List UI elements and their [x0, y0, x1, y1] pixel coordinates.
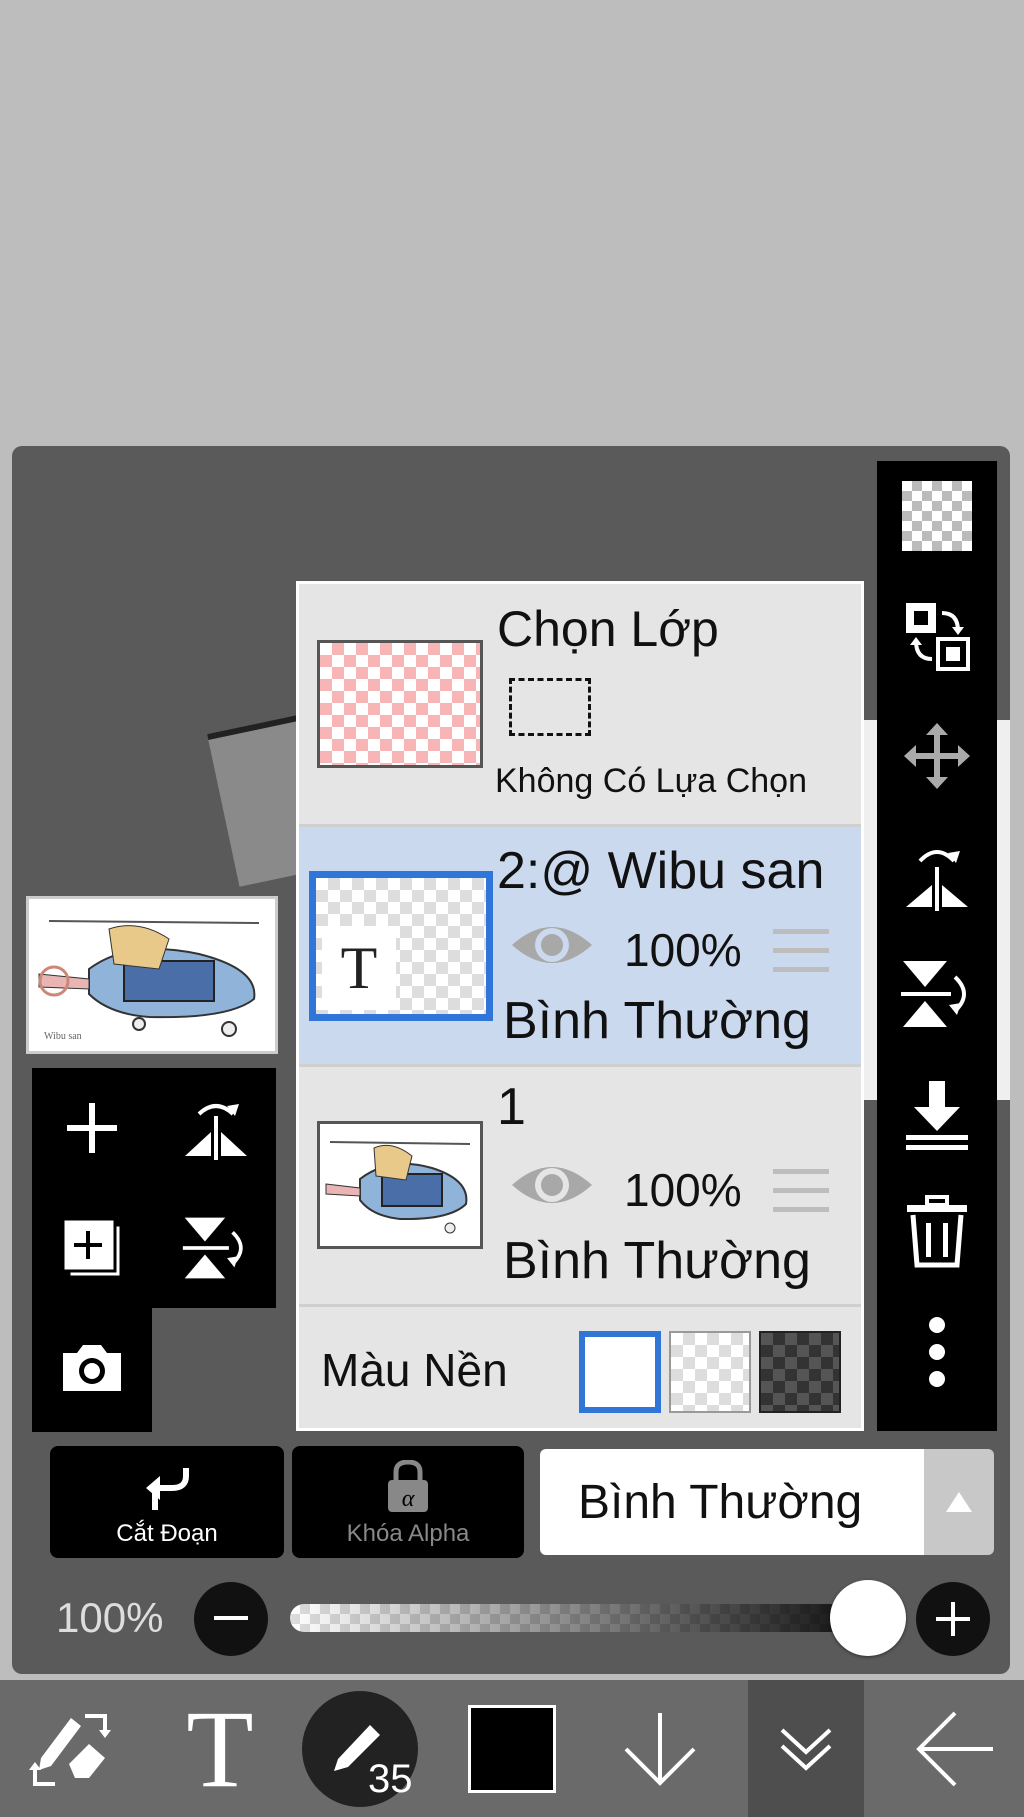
- layer-row-2[interactable]: T 2:@ Wibu san 100% Bình Thường: [299, 827, 861, 1067]
- clipping-label: Cắt Đoạn: [116, 1520, 218, 1547]
- checker-icon: [902, 481, 972, 551]
- layer-tools-right: [877, 461, 997, 1431]
- selection-status: Không Có Lựa Chọn: [495, 762, 807, 800]
- triangle-up-icon: [946, 1492, 972, 1512]
- double-chevron-down-icon: [780, 1728, 832, 1771]
- layers-panel-toggle[interactable]: [748, 1680, 864, 1817]
- blend-mode-dropdown-button[interactable]: [924, 1449, 994, 1555]
- back-button[interactable]: [894, 1680, 1014, 1817]
- layer-thumbnail: T: [309, 871, 493, 1021]
- flip-vertical-button[interactable]: [877, 939, 997, 1049]
- clipping-arrow-icon: [146, 1468, 189, 1510]
- duplicate-layer-button[interactable]: [32, 1188, 152, 1308]
- text-layer-icon: T: [322, 926, 396, 1010]
- opacity-slider[interactable]: [290, 1604, 904, 1632]
- visibility-eye-icon[interactable]: [509, 1157, 595, 1213]
- camera-import-button[interactable]: [32, 1308, 152, 1428]
- add-layer-button[interactable]: [32, 1068, 152, 1188]
- layer-blend-mode: Bình Thường: [503, 1232, 811, 1290]
- selection-title: Chọn Lớp: [497, 601, 719, 657]
- background-color-row: Màu Nền: [299, 1307, 861, 1428]
- brush-size-value: 35: [368, 1756, 413, 1801]
- swap-icon: [906, 603, 970, 671]
- flip-layer-horizontal-button[interactable]: [156, 1068, 276, 1188]
- layer-row-1[interactable]: 1 100% Bình Thường: [299, 1067, 861, 1307]
- flip-vertical-icon: [182, 1217, 243, 1279]
- selection-marquee-icon: [509, 678, 591, 736]
- layer-thumbnail: [317, 1121, 483, 1249]
- transparent-fill-button[interactable]: [877, 461, 997, 571]
- layer-name: 2:@ Wibu san: [497, 842, 825, 900]
- selection-thumbnail: [317, 640, 483, 768]
- move-arrows-icon: [904, 723, 970, 789]
- text-tool-icon: T: [186, 1687, 254, 1810]
- brush-size-button[interactable]: 35: [300, 1680, 420, 1817]
- layer-blend-mode: Bình Thường: [503, 992, 811, 1050]
- svg-text:α: α: [402, 1486, 415, 1512]
- helicopter-image: Wibu san: [38, 920, 260, 1042]
- more-options-button[interactable]: [877, 1297, 997, 1407]
- layer-tools-left: [32, 1068, 276, 1308]
- background-color-label: Màu Nền: [321, 1344, 508, 1396]
- merge-down-icon: [906, 1081, 968, 1150]
- layer-name: 1: [497, 1078, 526, 1136]
- layer-opacity: 100%: [624, 1164, 742, 1216]
- duplicate-icon: [61, 1217, 123, 1279]
- selection-layer-row[interactable]: Chọn Lớp Không Có Lựa Chọn: [299, 584, 861, 827]
- flip-vertical-icon: [901, 961, 966, 1027]
- drag-handle-icon[interactable]: [769, 925, 833, 977]
- layer-list: Chọn Lớp Không Có Lựa Chọn T 2:@ Wibu sa…: [296, 581, 864, 1431]
- visibility-eye-icon[interactable]: [509, 917, 595, 973]
- svg-text:Wibu san: Wibu san: [44, 1031, 82, 1042]
- alpha-lock-button[interactable]: α Khóa Alpha: [292, 1446, 524, 1558]
- move-button[interactable]: [877, 701, 997, 811]
- plus-icon: [67, 1103, 117, 1153]
- drag-handle-icon[interactable]: [769, 1165, 833, 1217]
- background-dark-swatch[interactable]: [759, 1331, 841, 1413]
- color-swatch: [468, 1704, 556, 1793]
- navigator-thumbnail[interactable]: Wibu san: [26, 896, 278, 1054]
- pen-eraser-swap-icon: [29, 1713, 111, 1786]
- opacity-slider-handle[interactable]: [830, 1580, 906, 1656]
- camera-icon: [63, 1345, 121, 1391]
- arrow-down-icon: [624, 1712, 696, 1786]
- background-transparent-swatch[interactable]: [669, 1331, 751, 1413]
- minus-icon: [214, 1616, 248, 1620]
- arrow-left-icon: [916, 1711, 993, 1786]
- bottom-toolbar: T 35: [0, 1680, 1024, 1817]
- tool-switch-button[interactable]: [10, 1680, 130, 1817]
- blend-mode-select[interactable]: Bình Thường: [540, 1449, 924, 1555]
- delete-layer-button[interactable]: [877, 1177, 997, 1287]
- layer-down-button[interactable]: [600, 1680, 720, 1817]
- opacity-decrease-button[interactable]: [194, 1582, 268, 1656]
- layer-tools-left-camera: [32, 1308, 152, 1432]
- opacity-increase-button[interactable]: [916, 1582, 990, 1656]
- flip-layer-vertical-button[interactable]: [156, 1188, 276, 1308]
- alpha-lock-label: Khóa Alpha: [346, 1520, 470, 1547]
- more-vertical-icon: [929, 1317, 945, 1387]
- layer-opacity: 100%: [624, 924, 742, 976]
- background-white-swatch[interactable]: [579, 1331, 661, 1413]
- swap-layers-button[interactable]: [877, 581, 997, 691]
- opacity-label: 100%: [56, 1594, 164, 1641]
- flip-horizontal-icon: [185, 1104, 247, 1160]
- lock-alpha-icon: α: [388, 1460, 428, 1512]
- flip-horizontal-icon: [906, 850, 968, 911]
- color-button[interactable]: [452, 1680, 572, 1817]
- plus-icon: [936, 1602, 970, 1636]
- helicopter-image: [325, 1141, 471, 1234]
- trash-icon: [907, 1195, 967, 1268]
- text-tool-button[interactable]: T: [160, 1680, 280, 1817]
- clipping-button[interactable]: Cắt Đoạn: [50, 1446, 284, 1558]
- flip-horizontal-button[interactable]: [877, 819, 997, 929]
- blend-mode-value: Bình Thường: [578, 1476, 863, 1529]
- merge-down-button[interactable]: [877, 1059, 997, 1169]
